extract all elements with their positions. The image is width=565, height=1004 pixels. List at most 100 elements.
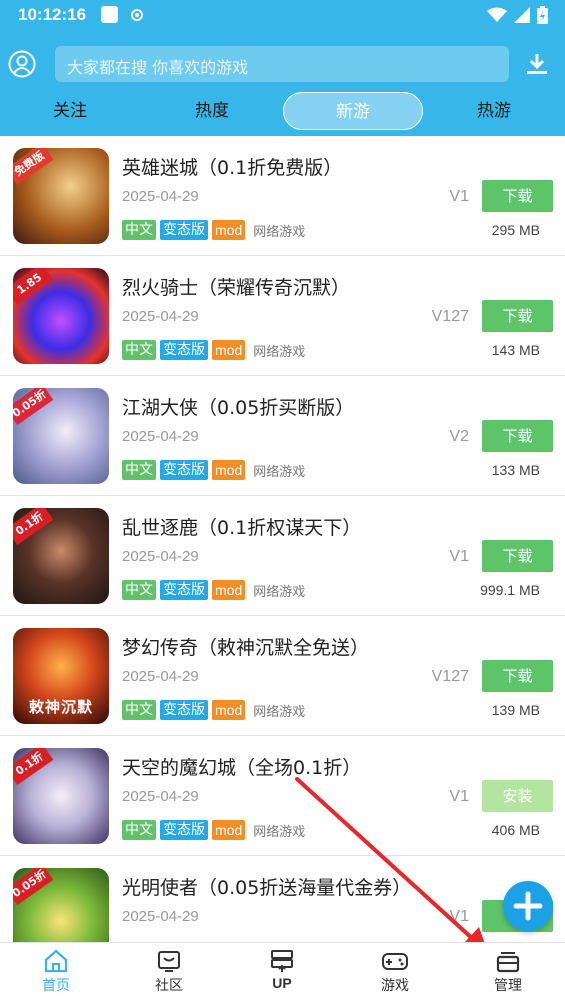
game-thumbnail: 0.05折 (13, 388, 109, 484)
nav-community[interactable]: 社区 (129, 949, 209, 1003)
thumbnail-badge: 0.05折 (13, 868, 54, 906)
home-icon (44, 949, 68, 973)
download-button[interactable]: 下载 (482, 540, 553, 572)
install-button[interactable]: 安装 (482, 780, 553, 812)
game-version: V1 (449, 788, 469, 805)
thumbnail-badge: 0.1折 (13, 508, 54, 546)
nav-home[interactable]: 首页 (16, 949, 96, 1003)
list-item[interactable]: 0.05折 光明使者（0.05折送海量代金券） 2025-04-29 V1 下载 (0, 856, 565, 942)
tag-variant: 变态版 (160, 220, 208, 240)
tab-popularity[interactable]: 热度 (142, 92, 282, 130)
up-icon (271, 950, 293, 972)
thumbnail-caption: 敕神沉默 (28, 698, 93, 716)
game-category: 网络游戏 (253, 344, 306, 360)
download-button[interactable]: 下载 (482, 660, 553, 692)
nav-label: 管理 (494, 978, 522, 994)
game-category: 网络游戏 (253, 704, 306, 720)
game-thumbnail: 免费版 (13, 148, 109, 244)
tag-chinese: 中文 (122, 340, 156, 360)
game-title: 英雄迷城（0.1折免费版） (122, 157, 343, 179)
bottom-navigation: 首页 社区 UP 游戏 管理 (0, 942, 565, 1004)
game-size: 133 MB (491, 462, 540, 478)
status-bar: 10:12:16 (0, 0, 565, 32)
user-profile-icon[interactable] (8, 50, 36, 78)
thumbnail-badge: 0.1折 (13, 748, 54, 786)
game-date: 2025-04-29 (122, 788, 199, 805)
game-category: 网络游戏 (253, 224, 306, 240)
game-version: V1 (449, 188, 469, 205)
tab-new-games[interactable]: 新游 (283, 92, 423, 130)
nav-label: 社区 (155, 978, 183, 994)
search-bar[interactable]: 大家都在搜 你喜欢的游戏 (55, 46, 509, 82)
tag-mod: mod (212, 820, 246, 840)
game-thumbnail: 0.1折 (13, 748, 109, 844)
add-button[interactable] (503, 881, 553, 931)
category-tabs: 关注 热度 新游 热游 (0, 92, 565, 130)
tab-hot-games[interactable]: 热游 (424, 92, 564, 130)
game-version: V2 (449, 428, 469, 445)
tag-chinese: 中文 (122, 580, 156, 600)
tag-chinese: 中文 (122, 460, 156, 480)
tag-variant: 变态版 (160, 340, 208, 360)
game-tags: 中文 变态版 mod 网络游戏 (122, 220, 305, 240)
game-size: 143 MB (491, 342, 540, 358)
thumbnail-badge: 1.85 (13, 268, 54, 306)
download-manager-icon[interactable] (525, 52, 549, 76)
game-version: V127 (431, 308, 469, 325)
game-title: 梦幻传奇（敕神沉默全免送） (122, 637, 370, 659)
game-version: V1 (449, 548, 469, 565)
nav-manage[interactable]: 管理 (468, 949, 548, 1003)
game-size: 139 MB (491, 702, 540, 718)
list-item[interactable]: 1.85 烈火骑士（荣耀传奇沉默） 2025-04-29 中文 变态版 mod … (0, 256, 565, 376)
game-date: 2025-04-29 (122, 308, 199, 325)
game-version: V1 (449, 908, 469, 925)
gamepad-icon (382, 953, 408, 970)
battery-icon (537, 6, 548, 24)
nav-label: UP (272, 975, 292, 991)
signal-icon (514, 7, 530, 23)
game-list: 免费版 英雄迷城（0.1折免费版） 2025-04-29 中文 变态版 mod … (0, 136, 565, 942)
game-thumbnail: 1.85 (13, 268, 109, 364)
game-tags: 中文 变态版 mod 网络游戏 (122, 580, 305, 600)
game-title: 乱世逐鹿（0.1折权谋天下） (122, 517, 362, 539)
search-placeholder: 大家都在搜 你喜欢的游戏 (67, 58, 249, 77)
thumbnail-badge: 0.05折 (13, 388, 54, 426)
game-thumbnail: 敕神沉默 (13, 628, 109, 724)
nav-label: 首页 (42, 978, 70, 994)
tag-variant: 变态版 (160, 580, 208, 600)
app-notification-icon (131, 9, 143, 21)
game-size: 406 MB (491, 822, 540, 838)
tag-mod: mod (212, 340, 246, 360)
tag-chinese: 中文 (122, 700, 156, 720)
game-tags: 中文 变态版 mod 网络游戏 (122, 460, 305, 480)
list-item[interactable]: 0.05折 江湖大侠（0.05折买断版） 2025-04-29 中文 变态版 m… (0, 376, 565, 496)
notification-icon (101, 6, 118, 23)
thumbnail-badge: 免费版 (13, 148, 54, 186)
tag-chinese: 中文 (122, 220, 156, 240)
list-item[interactable]: 敕神沉默 梦幻传奇（敕神沉默全免送） 2025-04-29 中文 变态版 mod… (0, 616, 565, 736)
tag-mod: mod (212, 700, 246, 720)
download-button[interactable]: 下载 (482, 180, 553, 212)
manage-icon (496, 952, 520, 973)
game-size: 295 MB (491, 222, 540, 238)
download-button[interactable]: 下载 (482, 300, 553, 332)
app-header: 10:12:16 大家都在搜 你喜欢的游戏 关注 热度 新游 热游 (0, 0, 565, 136)
game-date: 2025-04-29 (122, 668, 199, 685)
list-item[interactable]: 0.1折 天空的魔幻城（全场0.1折） 2025-04-29 中文 变态版 mo… (0, 736, 565, 856)
game-thumbnail: 0.1折 (13, 508, 109, 604)
game-title: 烈火骑士（荣耀传奇沉默） (122, 277, 351, 299)
game-title: 江湖大侠（0.05折买断版） (122, 397, 355, 419)
game-date: 2025-04-29 (122, 428, 199, 445)
nav-games[interactable]: 游戏 (355, 949, 435, 1003)
tag-mod: mod (212, 220, 246, 240)
game-version: V127 (431, 668, 469, 685)
download-button[interactable]: 下载 (482, 420, 553, 452)
game-date: 2025-04-29 (122, 548, 199, 565)
tab-follow[interactable]: 关注 (0, 92, 140, 130)
list-item[interactable]: 0.1折 乱世逐鹿（0.1折权谋天下） 2025-04-29 中文 变态版 mo… (0, 496, 565, 616)
list-item[interactable]: 免费版 英雄迷城（0.1折免费版） 2025-04-29 中文 变态版 mod … (0, 136, 565, 256)
tag-mod: mod (212, 580, 246, 600)
game-thumbnail: 0.05折 (13, 868, 109, 942)
nav-up[interactable]: UP (242, 949, 322, 1003)
game-title: 光明使者（0.05折送海量代金券） (122, 877, 412, 899)
